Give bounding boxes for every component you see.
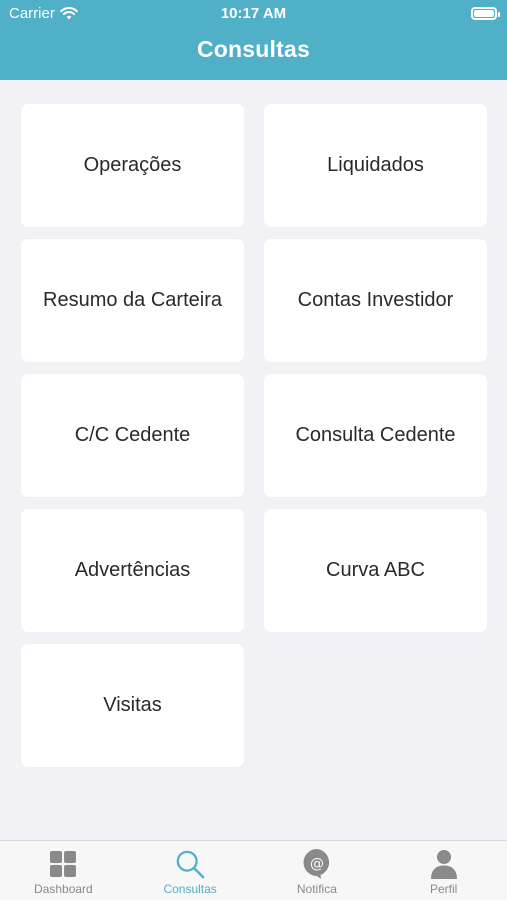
tab-dashboard[interactable]: Dashboard: [0, 841, 127, 900]
tile-curva-abc[interactable]: Curva ABC: [264, 509, 487, 632]
status-bar: Carrier 10:17 AM: [0, 0, 507, 28]
header: Carrier 10:17 AM Consultas: [0, 0, 507, 80]
tile-resumo-da-carteira[interactable]: Resumo da Carteira: [21, 239, 244, 362]
tab-consultas[interactable]: Consultas: [127, 841, 254, 900]
profile-icon: [429, 849, 459, 879]
search-icon: [175, 849, 205, 879]
status-time: 10:17 AM: [220, 5, 287, 22]
page-title: Consultas: [197, 36, 310, 62]
tile-liquidados[interactable]: Liquidados: [264, 104, 487, 227]
svg-text:@: @: [310, 856, 324, 872]
tab-notifica[interactable]: @ Notifica: [254, 841, 381, 900]
battery-icon: [471, 7, 500, 20]
tab-bar: Dashboard Consultas @ Notifica Perfil: [0, 840, 507, 900]
tab-notifica-label: Notifica: [296, 882, 337, 896]
tile-operacoes[interactable]: Operações: [21, 104, 244, 227]
tab-consultas-label: Consultas: [163, 882, 217, 896]
tile-contas-investidor[interactable]: Contas Investidor: [264, 239, 487, 362]
dashboard-icon: [48, 849, 78, 879]
tab-dashboard-label: Dashboard: [34, 882, 93, 896]
tab-perfil[interactable]: Perfil: [380, 841, 507, 900]
notification-icon: @: [302, 849, 332, 879]
tile-visitas[interactable]: Visitas: [21, 644, 244, 767]
tile-consulta-cedente[interactable]: Consulta Cedente: [264, 374, 487, 497]
tile-advertencias[interactable]: Advertências: [21, 509, 244, 632]
tile-cc-cedente[interactable]: C/C Cedente: [21, 374, 244, 497]
tab-perfil-label: Perfil: [429, 882, 458, 896]
